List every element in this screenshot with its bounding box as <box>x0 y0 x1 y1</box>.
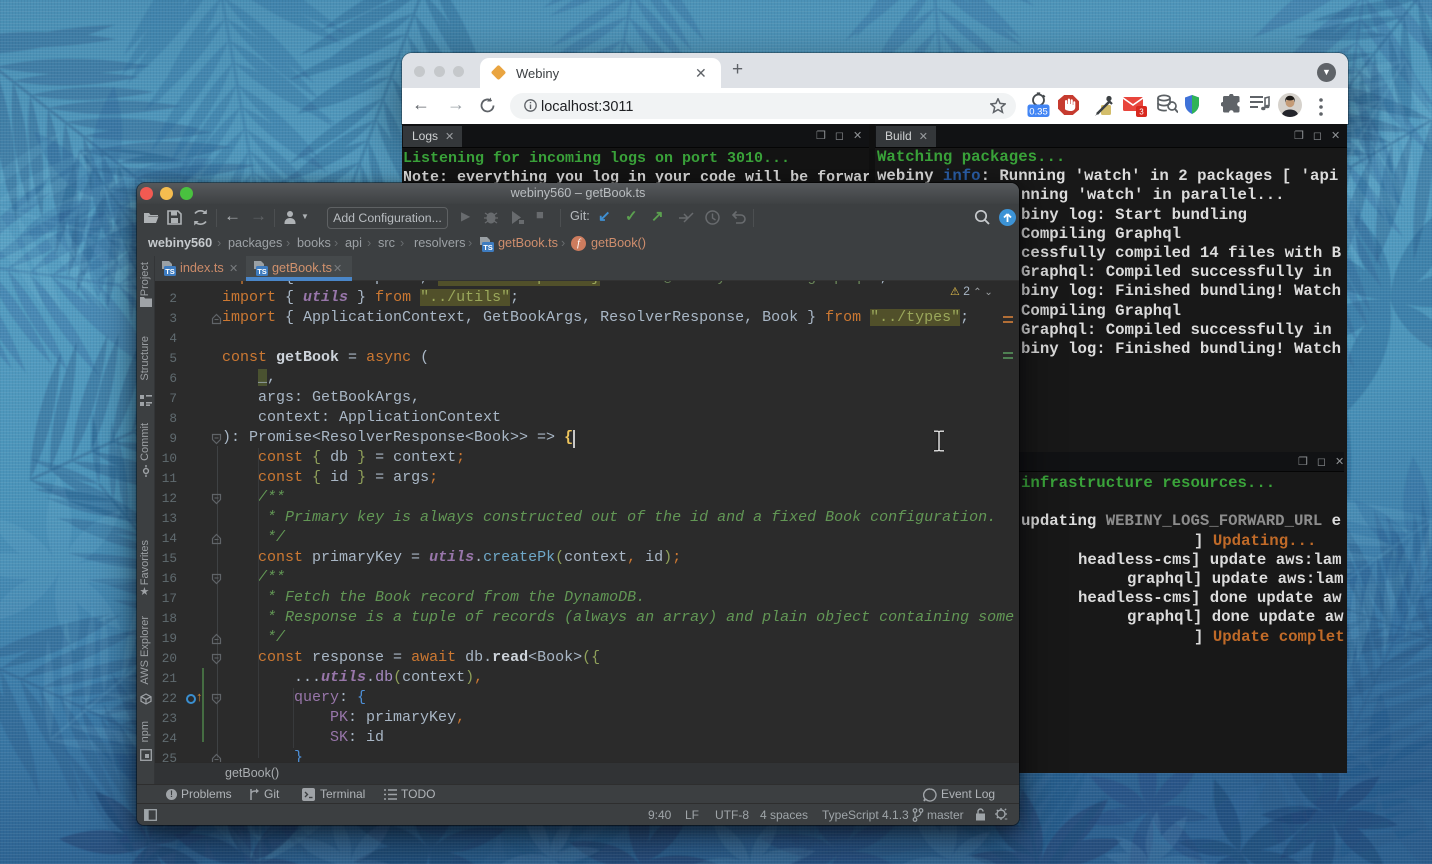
svg-text:3: 3 <box>1139 108 1144 117</box>
svg-text:TS: TS <box>165 267 175 276</box>
svg-text:TS: TS <box>257 267 267 276</box>
svg-text:0.35: 0.35 <box>1029 106 1048 117</box>
svg-text:TS: TS <box>483 243 493 252</box>
